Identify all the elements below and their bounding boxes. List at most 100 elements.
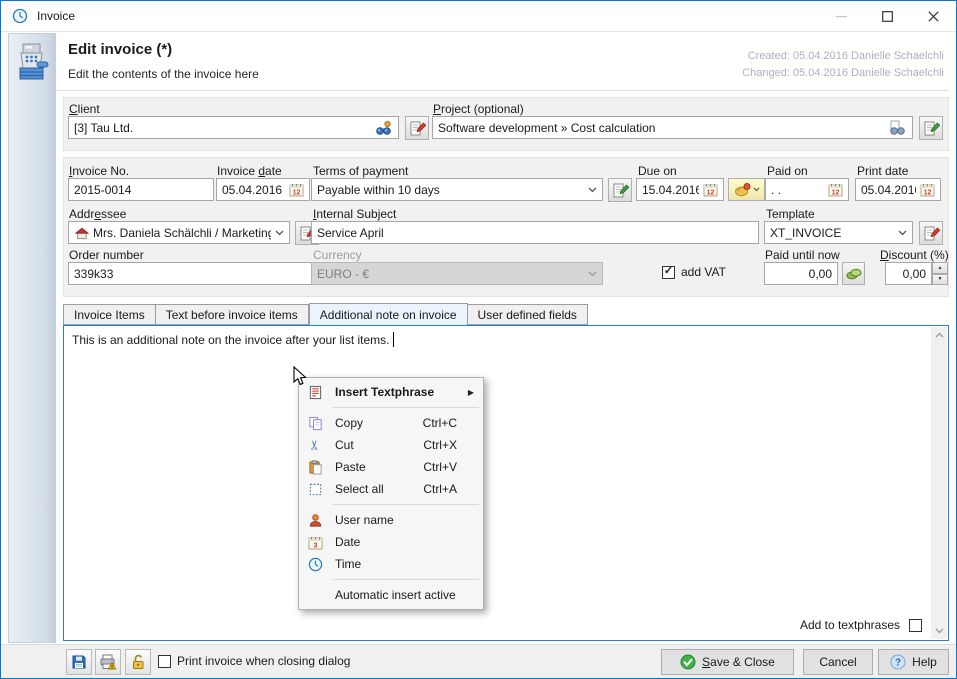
help-label: Help — [912, 655, 937, 669]
save-button[interactable] — [66, 649, 92, 675]
note-text-line: This is an additional note on the invoic… — [72, 332, 394, 347]
paid-until-now-field[interactable]: 0,00 — [764, 262, 838, 285]
minimize-button[interactable] — [818, 1, 864, 31]
chevron-down-icon — [588, 271, 597, 277]
currency-value: EURO - € — [317, 267, 584, 281]
svg-text:12: 12 — [924, 190, 932, 197]
print-when-closing-checkbox[interactable]: Print invoice when closing dialog — [158, 654, 350, 668]
menu-item-automatic-insert-active[interactable]: Automatic insert active — [301, 584, 481, 606]
minimize-icon — [836, 11, 847, 22]
invoice-no-field[interactable]: 2015-0014 — [68, 178, 214, 201]
help-button[interactable]: ? Help — [878, 649, 949, 675]
project-search-icon[interactable] — [888, 120, 907, 136]
paid-on-label: Paid on — [767, 164, 808, 178]
add-vat-checkbox[interactable]: add VAT — [662, 265, 726, 279]
clock-app-icon — [12, 8, 28, 24]
additional-note-textarea[interactable]: This is an additional note on the invoic… — [63, 325, 949, 641]
maximize-icon — [882, 11, 893, 22]
menu-item-cut[interactable]: ✂ Cut Ctrl+X — [301, 434, 481, 456]
open-padlock-icon — [130, 654, 146, 670]
calendar-icon[interactable]: 12 — [828, 182, 843, 197]
addressee-value: Mrs. Daniela Schälchli / Marketing ( — [93, 226, 271, 240]
calendar-icon[interactable]: 12 — [289, 182, 304, 197]
scroll-down-icon[interactable] — [931, 623, 947, 639]
invoice-date-field[interactable]: 05.04.2016 12 — [216, 178, 310, 201]
scroll-up-icon[interactable] — [931, 327, 947, 343]
addressee-combobox[interactable]: Mrs. Daniela Schälchli / Marketing ( — [68, 221, 290, 244]
add-to-textphrases-control[interactable]: Add to textphrases — [800, 618, 922, 632]
menu-item-date[interactable]: 3 Date — [301, 531, 481, 553]
window-title: Invoice — [37, 9, 75, 23]
chevron-down-icon — [588, 187, 597, 193]
close-button[interactable] — [910, 1, 956, 31]
terms-edit-button[interactable] — [608, 178, 632, 202]
menu-item-label: Automatic insert active — [335, 588, 456, 602]
calendar-icon[interactable]: 12 — [920, 182, 935, 197]
menu-item-shortcut: Ctrl+V — [423, 460, 457, 474]
clock-icon — [303, 557, 327, 572]
discount-spinner[interactable]: ▲ ▼ — [932, 262, 948, 285]
menu-item-user-name[interactable]: User name — [301, 509, 481, 531]
project-edit-button[interactable] — [919, 116, 943, 140]
paid-until-now-label: Paid until now — [765, 248, 840, 262]
menu-item-time[interactable]: Time — [301, 553, 481, 575]
text-caret — [393, 332, 394, 347]
add-to-textphrases-checkbox[interactable] — [909, 619, 922, 632]
checkbox-unchecked-icon — [158, 655, 171, 668]
paid-on-field[interactable]: . . 12 — [765, 178, 849, 201]
invoice-no-label: Invoice No. — [69, 164, 129, 178]
menu-item-label: Time — [335, 557, 361, 571]
cash-register-icon — [15, 42, 49, 82]
tab-invoice-items[interactable]: Invoice Items — [63, 304, 156, 325]
maximize-button[interactable] — [864, 1, 910, 31]
menu-item-insert-textphrase[interactable]: Insert Textphrase ▶ — [301, 381, 481, 403]
payment-reminder-button[interactable] — [728, 178, 765, 201]
discount-field[interactable]: 0,00 — [885, 262, 932, 285]
vertical-scrollbar[interactable] — [931, 327, 947, 639]
spin-down-icon[interactable]: ▼ — [932, 274, 948, 286]
tab-user-defined-fields[interactable]: User defined fields — [468, 304, 588, 325]
order-number-field[interactable]: 339k33 — [68, 262, 314, 285]
client-label: Client — [69, 102, 100, 116]
menu-item-paste[interactable]: Paste Ctrl+V — [301, 456, 481, 478]
menu-item-label: Select all — [335, 482, 384, 496]
calendar-icon[interactable]: 12 — [703, 182, 718, 197]
internal-subject-field[interactable]: Service April — [311, 221, 759, 244]
svg-text:?: ? — [895, 658, 901, 669]
chevron-down-icon — [275, 230, 284, 236]
tab-text-before-invoice-items[interactable]: Text before invoice items — [156, 304, 309, 325]
invoice-date-value: 05.04.2016 — [222, 183, 285, 197]
client-field[interactable]: [3] Tau Ltd. — [68, 116, 399, 139]
invoice-no-value: 2015-0014 — [74, 183, 208, 197]
due-on-field[interactable]: 15.04.2016 12 — [636, 178, 724, 201]
template-edit-button[interactable] — [919, 221, 943, 245]
currency-label: Currency — [313, 248, 362, 262]
save-and-close-button[interactable]: Save & Close — [661, 649, 794, 675]
terms-combobox[interactable]: Payable within 10 days — [311, 178, 603, 201]
unlock-button[interactable] — [125, 649, 151, 675]
titlebar[interactable]: Invoice — [1, 1, 956, 32]
hand-money-icon — [734, 182, 751, 197]
spin-up-icon[interactable]: ▲ — [932, 262, 948, 274]
tab-label: Additional note on invoice — [320, 308, 457, 322]
paid-until-now-money-button[interactable] — [842, 262, 865, 285]
template-combobox[interactable]: XT_INVOICE — [764, 221, 913, 244]
discount-value: 0,00 — [891, 267, 926, 281]
tab-additional-note-on-invoice[interactable]: Additional note on invoice — [309, 303, 468, 325]
print-preview-button[interactable] — [95, 649, 121, 675]
menu-separator — [333, 504, 479, 505]
tab-label: Text before invoice items — [166, 308, 298, 322]
menu-item-label: Insert Textphrase — [335, 385, 434, 399]
cancel-button[interactable]: Cancel — [803, 649, 873, 675]
order-number-value: 339k33 — [74, 267, 308, 281]
currency-combobox-disabled: EURO - € — [311, 262, 603, 285]
menu-item-select-all[interactable]: Select all Ctrl+A — [301, 478, 481, 500]
client-edit-button[interactable] — [405, 116, 429, 140]
project-value: Software development » Cost calculation — [438, 121, 884, 135]
print-date-field[interactable]: 05.04.2016 12 — [855, 178, 941, 201]
paste-icon — [303, 460, 327, 475]
project-field[interactable]: Software development » Cost calculation — [432, 116, 913, 139]
menu-item-copy[interactable]: Copy Ctrl+C — [301, 412, 481, 434]
mouse-cursor — [293, 366, 309, 388]
client-search-icon[interactable] — [374, 120, 393, 136]
